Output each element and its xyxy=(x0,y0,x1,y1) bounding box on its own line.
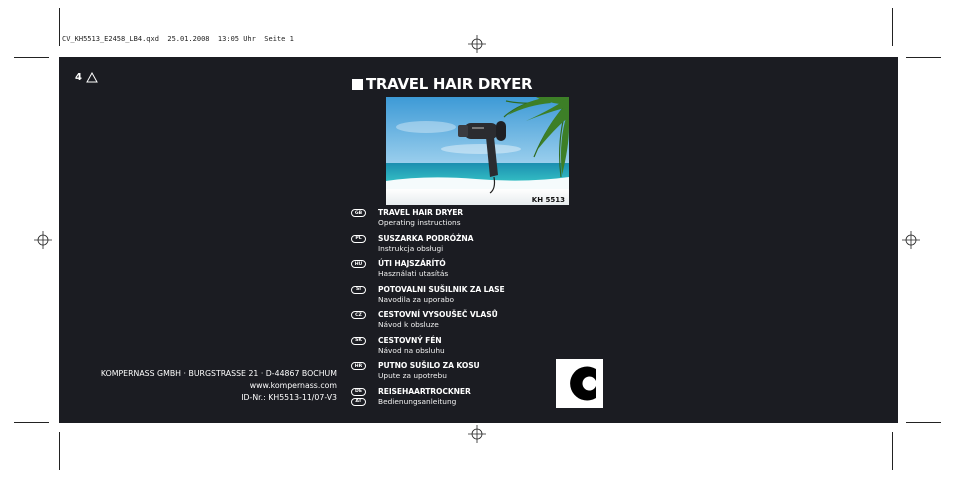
warning-triangle-icon xyxy=(86,72,98,83)
country-badge: DE xyxy=(351,387,366,396)
page-title: TRAVEL HAIR DRYER xyxy=(352,75,533,93)
list-item: HR PUTNO SUŠILO ZA KOSU Upute za upotreb… xyxy=(351,361,561,387)
language-subtitle: Instrukcja obsługi xyxy=(378,243,444,253)
language-title: TRAVEL HAIR DRYER xyxy=(378,208,464,217)
title-square-icon xyxy=(352,78,363,90)
language-title: CESTOVNÍ VYSOUŠEČ VLASŮ xyxy=(378,310,498,319)
list-item: SI POTOVALNI SUŠILNIK ZA LASE Navodila z… xyxy=(351,285,561,311)
list-item: SK CESTOVNÝ FÉN Návod na obsluhu xyxy=(351,336,561,362)
country-badge: PL xyxy=(351,234,366,243)
language-subtitle: Navodila za uporabo xyxy=(378,294,455,304)
language-title: POTOVALNI SUŠILNIK ZA LASE xyxy=(378,284,505,294)
country-badge: HU xyxy=(351,260,366,268)
model-label: KH 5513 xyxy=(531,196,565,204)
slug-line: CV_KH5513_E2458_LB4.qxd 25.01.2008 13:05… xyxy=(62,35,294,43)
company-address: KOMPERNASS GMBH · BURGSTRASSE 21 · D-448… xyxy=(59,368,337,404)
language-subtitle: Operating instructions xyxy=(378,218,461,227)
website-line: www.kompernass.com xyxy=(249,381,337,390)
list-item: GB TRAVEL HAIR DRYER Operating instructi… xyxy=(351,208,561,234)
product-photo: KH 5513 xyxy=(386,97,569,205)
list-item: DE AT REISEHAARTROCKNER Bedienungsanleit… xyxy=(351,387,561,413)
language-list: GB TRAVEL HAIR DRYER Operating instructi… xyxy=(351,208,561,412)
language-title: CESTOVNÝ FÉN xyxy=(378,335,442,345)
country-badge: SI xyxy=(351,285,366,294)
language-title: SUSZARKA PODRÓŻNA xyxy=(378,233,474,243)
country-badge: CZ xyxy=(351,311,366,319)
registration-mark-icon xyxy=(34,231,52,249)
registration-mark-icon xyxy=(468,425,486,443)
page-number: 4 xyxy=(75,72,98,83)
language-subtitle: Upute za upotrebu xyxy=(378,371,447,380)
country-badge: SK xyxy=(351,336,366,345)
country-badge: AT xyxy=(351,397,366,406)
id-line: ID-Nr.: KH5513-11/07-V3 xyxy=(241,393,337,402)
page-title-text: TRAVEL HAIR DRYER xyxy=(366,75,533,93)
list-item: CZ CESTOVNÍ VYSOUŠEČ VLASŮ Návod k obslu… xyxy=(351,310,561,336)
kompernass-logo-icon xyxy=(556,359,603,408)
language-subtitle: Návod k obsluze xyxy=(378,320,439,329)
company-line: KOMPERNASS GMBH · BURGSTRASSE 21 · D-448… xyxy=(100,369,337,378)
registration-mark-icon xyxy=(468,35,486,53)
cover-page: 4 TRAVEL HAIR DRYER KH 5513 GB TRAVEL HA… xyxy=(59,57,898,423)
list-item: HU ÚTI HAJSZÁRÍTÓ Használati utasítás xyxy=(351,259,561,285)
language-subtitle: Návod na obsluhu xyxy=(378,345,445,355)
language-title: REISEHAARTROCKNER xyxy=(378,386,471,396)
page-number-value: 4 xyxy=(75,72,82,83)
beach-hair-dryer-image xyxy=(386,97,569,205)
list-item: PL SUSZARKA PODRÓŻNA Instrukcja obsługi xyxy=(351,234,561,260)
language-title: PUTNO SUŠILO ZA KOSU xyxy=(378,361,480,370)
registration-mark-icon xyxy=(902,231,920,249)
country-badge: GB xyxy=(351,209,366,217)
language-title: ÚTI HAJSZÁRÍTÓ xyxy=(378,259,446,268)
country-badge: HR xyxy=(351,362,366,370)
language-subtitle: Bedienungsanleitung xyxy=(378,396,457,406)
language-subtitle: Használati utasítás xyxy=(378,269,449,278)
